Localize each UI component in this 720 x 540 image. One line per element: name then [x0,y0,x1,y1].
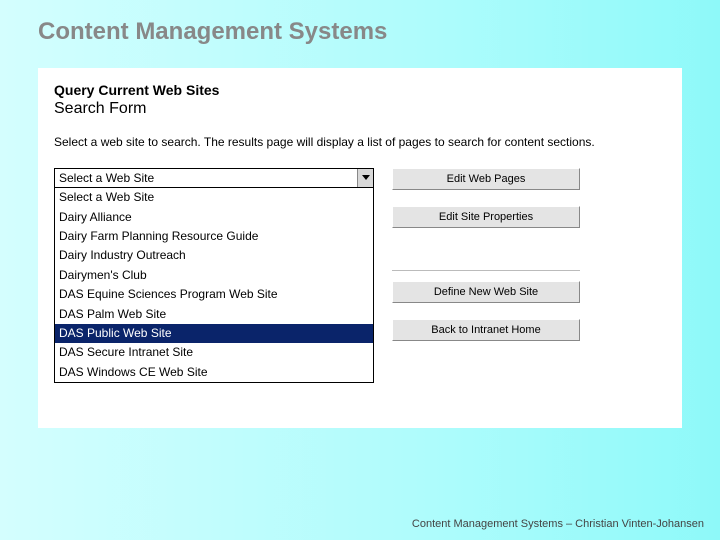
slide-title: Content Management Systems [0,0,720,46]
instructions-text: Select a web site to search. The results… [54,134,666,150]
site-select-value[interactable]: Select a Web Site [54,168,374,188]
listbox-option[interactable]: Dairy Industry Outreach [55,246,373,265]
listbox-option[interactable]: DAS Equine Sciences Program Web Site [55,285,373,304]
edit-site-properties-button[interactable]: Edit Site Properties [392,206,580,228]
site-select-column: Select a Web Site Select a Web SiteDairy… [54,168,374,383]
listbox-option[interactable]: Dairymen's Club [55,266,373,285]
listbox-option[interactable]: Dairy Farm Planning Resource Guide [55,227,373,246]
define-new-web-site-button[interactable]: Define New Web Site [392,281,580,303]
edit-web-pages-button[interactable]: Edit Web Pages [392,168,580,190]
site-listbox[interactable]: Select a Web SiteDairy AllianceDairy Far… [54,188,374,383]
listbox-option[interactable]: DAS Palm Web Site [55,305,373,324]
divider [392,270,580,271]
chevron-down-icon[interactable] [357,169,373,187]
listbox-option[interactable]: Select a Web Site [55,188,373,207]
listbox-option[interactable]: DAS Public Web Site [55,324,373,343]
listbox-option[interactable]: DAS Secure Intranet Site [55,343,373,362]
content-panel: Query Current Web Sites Search Form Sele… [38,68,682,428]
form-area: Select a Web Site Select a Web SiteDairy… [54,168,666,383]
panel-subheading: Search Form [54,100,666,118]
site-select[interactable]: Select a Web Site [54,168,374,188]
panel-heading: Query Current Web Sites [54,82,666,98]
action-buttons-column: Edit Web Pages Edit Site Properties Defi… [392,168,580,383]
listbox-option[interactable]: Dairy Alliance [55,208,373,227]
listbox-option[interactable]: DAS Windows CE Web Site [55,363,373,382]
slide-footer: Content Management Systems – Christian V… [412,518,704,530]
back-to-intranet-home-button[interactable]: Back to Intranet Home [392,319,580,341]
